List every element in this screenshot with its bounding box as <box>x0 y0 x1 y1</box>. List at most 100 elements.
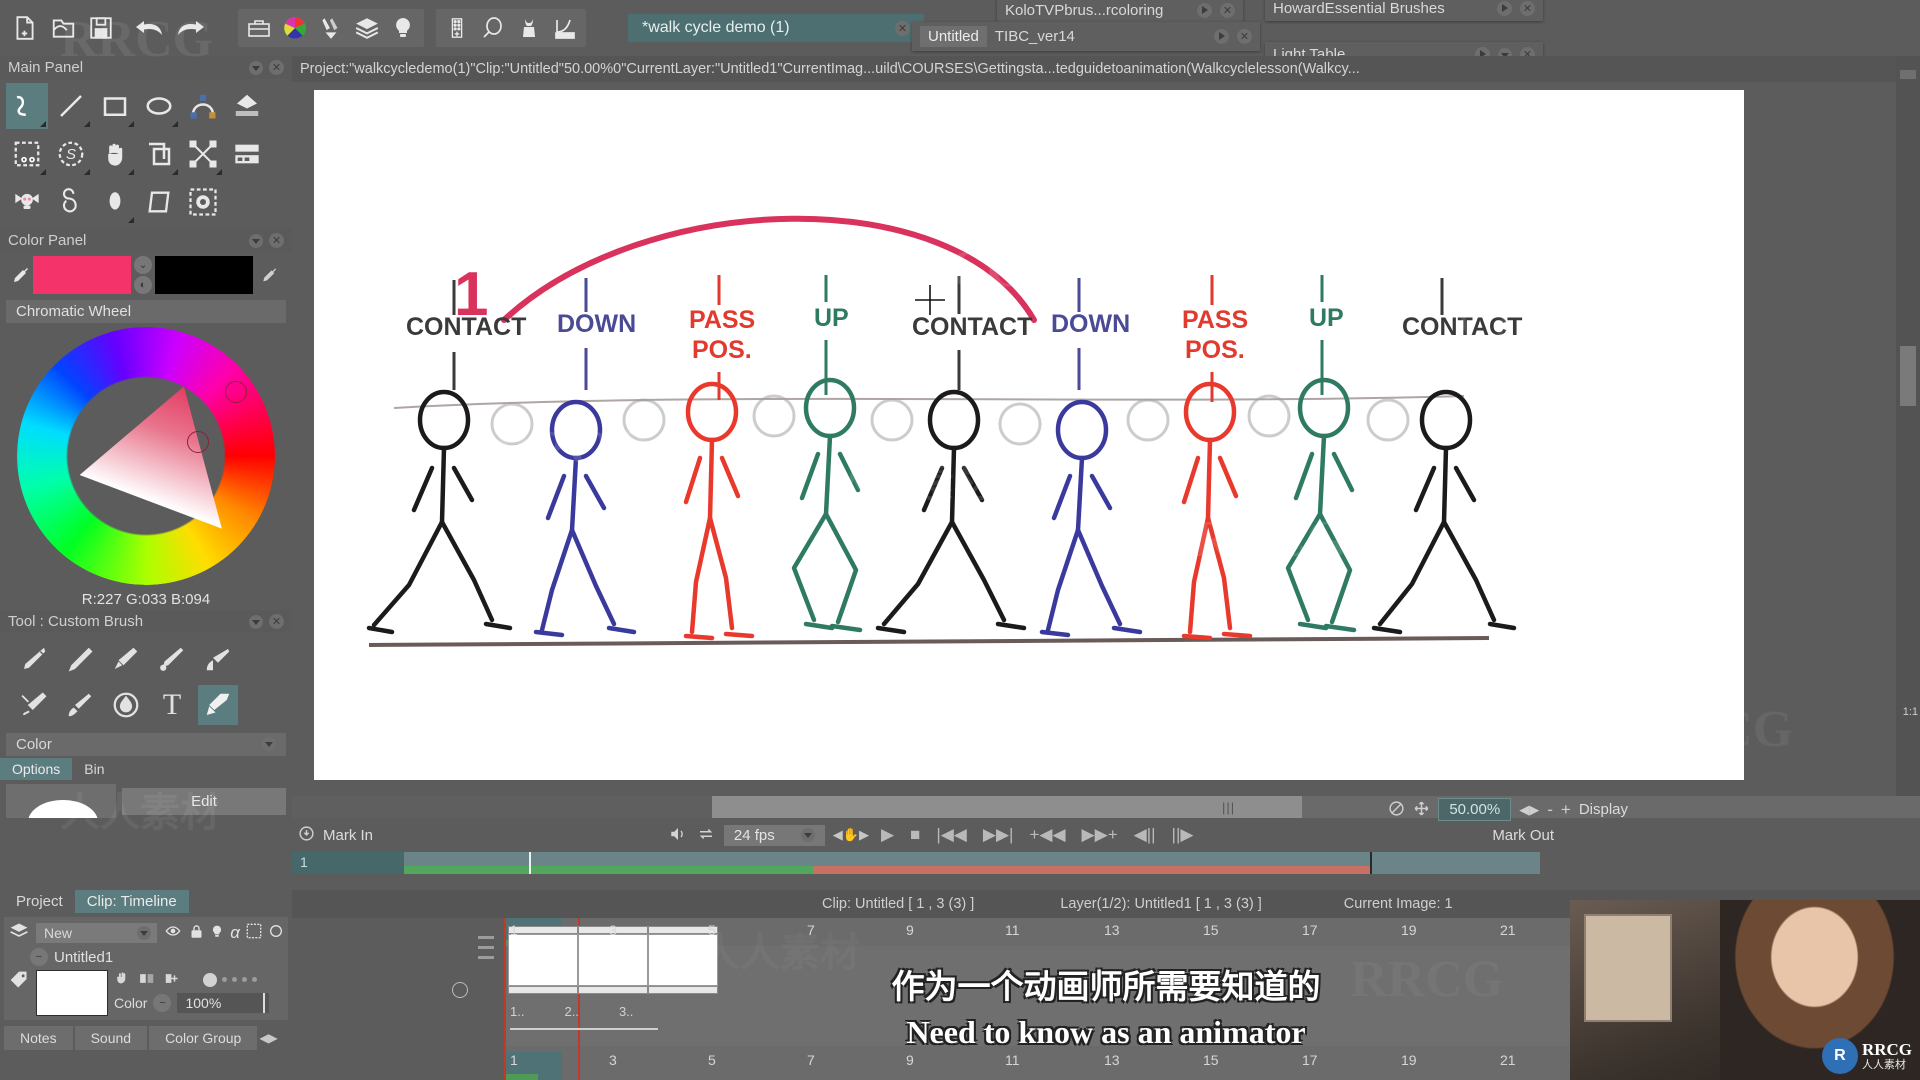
toolbox-icon[interactable] <box>242 11 276 45</box>
redo-icon[interactable] <box>172 11 206 45</box>
lock-icon[interactable] <box>189 923 204 943</box>
close-icon[interactable]: ✕ <box>269 233 284 248</box>
ellipse-tool-icon[interactable] <box>138 83 180 129</box>
go-to-start-icon[interactable]: |◀◀ <box>932 825 971 845</box>
zoom-in-icon[interactable]: + <box>1561 800 1571 820</box>
expand-icon[interactable] <box>1197 3 1212 18</box>
chevron-down-icon[interactable] <box>800 828 815 842</box>
magnifier-icon[interactable] <box>476 11 510 45</box>
expand-icon[interactable] <box>1497 1 1512 16</box>
skull-bones-icon[interactable] <box>6 179 48 225</box>
curve-ruler-icon[interactable] <box>548 11 582 45</box>
tab-color-group[interactable]: Color Group <box>149 1026 258 1050</box>
nib-pen-icon[interactable] <box>14 639 54 679</box>
layer-stack-icon[interactable] <box>8 921 30 944</box>
go-to-end-icon[interactable]: ▶▶| <box>979 825 1018 845</box>
brush-preview[interactable] <box>6 784 116 818</box>
scrub-strip[interactable]: 1 <box>292 852 1920 874</box>
layer-name[interactable]: Untitled1 <box>54 949 113 966</box>
canvas-hscrollbar[interactable] <box>712 796 1302 818</box>
collapse-layer-icon[interactable]: − <box>30 948 48 966</box>
chevron-down-icon[interactable] <box>262 737 276 751</box>
hue-marker[interactable] <box>225 381 247 403</box>
half-circle-icon[interactable]: ◐ <box>134 276 152 294</box>
chromatic-wheel[interactable] <box>17 327 275 585</box>
fps-field[interactable]: 24 fps <box>723 824 825 846</box>
new-file-icon[interactable] <box>8 11 42 45</box>
float-panel-tibc14[interactable]: Untitled TIBC_ver14 ✕ <box>912 22 1260 51</box>
mark-in-icon[interactable] <box>298 825 315 845</box>
flat-brush-icon[interactable] <box>106 639 146 679</box>
scrub-mark-in-handle[interactable] <box>528 852 531 874</box>
add-frame-icon[interactable] <box>162 971 182 989</box>
spiral-icon[interactable] <box>50 179 92 225</box>
pen-stroke-icon[interactable] <box>14 685 54 725</box>
flip-icon[interactable] <box>137 971 157 989</box>
timeline-cell-handle[interactable] <box>508 926 578 934</box>
close-icon[interactable]: ✕ <box>269 60 284 75</box>
light-bulb-icon[interactable] <box>210 923 224 943</box>
water-drop-icon[interactable] <box>106 685 146 725</box>
blob-icon[interactable] <box>94 179 136 225</box>
color-menu-icon[interactable]: − <box>153 994 172 1012</box>
timeline-cell-handle[interactable] <box>648 986 718 994</box>
tab-project[interactable]: Project <box>4 890 75 913</box>
timeline-frame-cell[interactable] <box>508 934 578 986</box>
loop-icon[interactable] <box>268 923 284 942</box>
pan-hand-icon[interactable] <box>94 131 136 177</box>
fit-screen-icon[interactable] <box>1413 800 1430 820</box>
project-tab[interactable]: *walk cycle demo (1) ✕ <box>628 14 924 42</box>
onion-skin-icon[interactable] <box>452 982 468 998</box>
zoom-out-icon[interactable]: - <box>1547 800 1553 820</box>
freehand-tool-icon[interactable] <box>6 83 48 129</box>
display-label[interactable]: Display <box>1579 801 1628 818</box>
stencil-icon[interactable] <box>246 923 262 942</box>
pan-timeline-icon[interactable]: ◀✋▶ <box>833 827 869 843</box>
background-color-swatch[interactable] <box>155 256 253 294</box>
swap-colors-icon[interactable]: ⌄ <box>134 256 152 274</box>
expand-icon[interactable] <box>1214 29 1229 44</box>
magic-hat-icon[interactable] <box>512 11 546 45</box>
chevron-down-icon[interactable] <box>137 925 152 940</box>
close-icon[interactable]: ✕ <box>895 20 910 36</box>
float-panel-kolotv[interactable]: KoloTVPbrus...rcoloring ✕ <box>997 0 1243 23</box>
crop-icon[interactable] <box>138 131 180 177</box>
tag-icon[interactable] <box>8 970 30 993</box>
timeline-cell-handle[interactable] <box>578 986 648 994</box>
canvas-scrollbar[interactable]: 1:1 <box>1896 56 1920 796</box>
text-tool-icon[interactable]: T <box>152 685 192 725</box>
current-frame-field[interactable]: 1 <box>292 852 404 874</box>
alpha-icon[interactable]: α <box>230 923 240 943</box>
edit-button[interactable]: Edit <box>122 787 286 815</box>
tab-overflow-icon[interactable]: ◀▶ <box>259 1026 277 1050</box>
close-icon[interactable]: ✕ <box>1220 3 1235 18</box>
scroll-up-icon[interactable] <box>1900 70 1916 79</box>
cut-selection-icon[interactable] <box>6 131 48 177</box>
timeline-cell-handle[interactable] <box>508 986 578 994</box>
rectangle-tool-icon[interactable] <box>94 83 136 129</box>
close-icon[interactable]: ✕ <box>269 614 284 629</box>
no-zoom-icon[interactable] <box>1388 800 1405 820</box>
mark-in-label[interactable]: Mark In <box>323 827 373 844</box>
panel-list-icon[interactable] <box>440 11 474 45</box>
film-strip-icon[interactable] <box>226 131 268 177</box>
magic-wand-select-icon[interactable]: S <box>50 131 92 177</box>
opacity-field[interactable]: 100% <box>177 993 270 1013</box>
layer-group-name-field[interactable]: New <box>36 922 158 943</box>
next-keyframe-icon[interactable]: ▶▶+ <box>1078 825 1122 845</box>
fit-ratio-icon[interactable]: 1:1 <box>1903 706 1918 718</box>
eyedropper-icon[interactable] <box>6 258 30 293</box>
speaker-icon[interactable] <box>668 825 688 846</box>
close-icon[interactable]: ✕ <box>1237 29 1252 44</box>
scroll-thumb[interactable] <box>1900 346 1916 406</box>
sv-marker[interactable] <box>187 431 209 453</box>
custom-brush-icon[interactable] <box>198 685 238 725</box>
marker-icon[interactable] <box>152 639 192 679</box>
mark-out-label[interactable]: Mark Out <box>1492 827 1554 844</box>
round-brush-icon[interactable] <box>60 685 100 725</box>
airbrush-icon[interactable] <box>198 639 238 679</box>
prev-keyframe-icon[interactable]: +◀◀ <box>1025 825 1069 845</box>
undo-icon[interactable] <box>134 11 168 45</box>
tab-bin[interactable]: Bin <box>72 758 117 780</box>
color-wheel-icon[interactable] <box>278 11 312 45</box>
